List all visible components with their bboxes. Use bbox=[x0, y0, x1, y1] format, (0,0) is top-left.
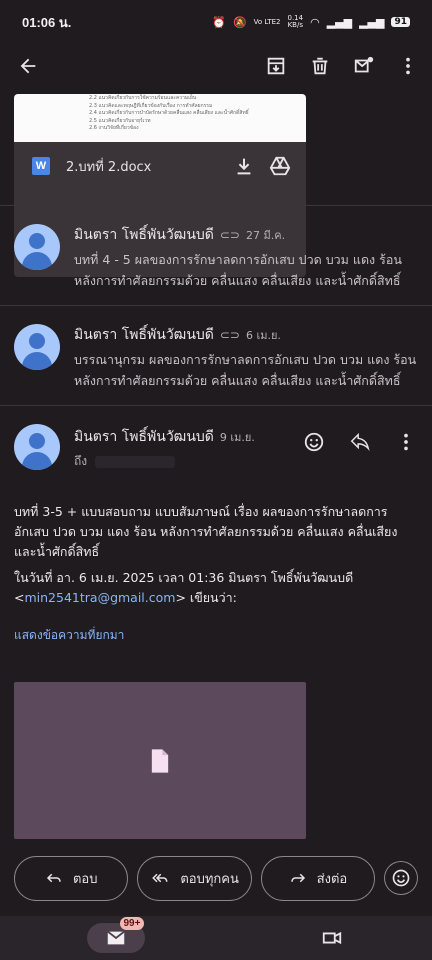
attachment-bar: W 2.บทที่ 2.docx bbox=[14, 142, 306, 190]
message-date: 27 มี.ค. bbox=[245, 229, 286, 242]
forward-label: ส่งต่อ bbox=[316, 871, 348, 887]
quote-header-prefix: ในวันที่ อา. 6 เม.ย. 2025 เวลา 01:36 มิน… bbox=[14, 570, 354, 585]
quote-email-link[interactable]: min2541tra@gmail.com bbox=[24, 590, 175, 605]
collapsed-message[interactable]: มินตรา โพธิ์พันวัฒนบดี ⊂⊃ 27 มี.ค. บทที่… bbox=[0, 206, 432, 302]
message-actions bbox=[300, 428, 420, 456]
message-snippet: บรรณานุกรม ผลของการรักษาลดการอักเสบ ปวด … bbox=[74, 352, 417, 388]
attachment-file-name: 2.บทที่ 2.docx bbox=[66, 159, 152, 175]
emoji-reaction-button[interactable] bbox=[384, 861, 418, 895]
status-time: 01:06 น. bbox=[22, 14, 72, 30]
more-vert-icon[interactable] bbox=[394, 52, 422, 80]
mute-icon: 🔕 bbox=[232, 15, 247, 29]
message-snippet: บทที่ 4 - 5 ผลของการรักษาลดการอักเสบ ปวด… bbox=[74, 252, 402, 288]
preview-line: 2.6 งานวิจัยที่เกี่ยวข้อง bbox=[89, 125, 139, 132]
signal-icon: ▂▄▆ bbox=[326, 15, 353, 29]
nav-mail-tab[interactable]: 99+ bbox=[86, 917, 145, 953]
to-label: ถึง bbox=[74, 454, 88, 468]
file-preview[interactable] bbox=[14, 682, 306, 839]
collapsed-message[interactable]: มินตรา โพธิ์พันวัฒนบดี ⊂⊃ 6 เม.ย. บรรณาน… bbox=[0, 306, 432, 402]
quote-header: ในวันที่ อา. 6 เม.ย. 2025 เวลา 01:36 มิน… bbox=[14, 570, 354, 605]
recipients-line[interactable]: ถึง bbox=[74, 452, 176, 471]
quote-suffix: > เขียนว่า: bbox=[175, 590, 237, 605]
forward-button[interactable]: ส่งต่อ bbox=[260, 855, 376, 901]
reply-all-label: ตอบทุกคน bbox=[180, 871, 239, 887]
signal-icon-2: ▂▄▆ bbox=[359, 15, 385, 29]
video-icon[interactable] bbox=[318, 924, 346, 952]
sender-line: มินตรา โพธิ์พันวัฒนบดี ⊂⊃ 6 เม.ย. bbox=[74, 324, 281, 346]
file-icon bbox=[151, 748, 169, 773]
app-bar-actions bbox=[262, 52, 422, 80]
back-arrow-icon[interactable] bbox=[14, 52, 42, 80]
avatar bbox=[14, 224, 60, 270]
emoji-icon[interactable] bbox=[300, 428, 328, 456]
sender-name: มินตรา โพธิ์พันวัฒนบดี bbox=[74, 327, 214, 343]
divider bbox=[0, 405, 432, 406]
wifi-icon: ◠ bbox=[310, 15, 320, 29]
more-vert-icon[interactable] bbox=[392, 428, 420, 456]
preview-line: 2.4 แนวคิดเกี่ยวกับการบำบัดรักษาด้วยคลื่… bbox=[89, 110, 249, 117]
drive-icon[interactable] bbox=[266, 152, 294, 180]
avatar bbox=[14, 424, 60, 470]
app-bar bbox=[0, 44, 432, 88]
bottom-nav: 99+ bbox=[0, 916, 432, 960]
reply-icon bbox=[46, 873, 61, 883]
mark-unread-icon[interactable] bbox=[350, 52, 378, 80]
network-type: Vo LTE2 bbox=[253, 17, 281, 26]
alarm-icon: ⏰ bbox=[212, 15, 226, 29]
battery-level: 91 bbox=[391, 17, 410, 27]
expanded-sender-line[interactable]: มินตรา โพธิ์พันวัฒนบดี 9 เม.ย. bbox=[74, 426, 255, 448]
status-bar: 01:06 น. ⏰ 🔕 Vo LTE2 0.14 KB/s ◠ ▂▄▆ ▂▄▆ … bbox=[0, 0, 432, 44]
sender-name: มินตรา โพธิ์พันวัฒนบดี bbox=[74, 429, 214, 445]
reply-icon[interactable] bbox=[346, 428, 374, 456]
word-file-icon: W bbox=[32, 157, 50, 175]
forward-icon bbox=[290, 873, 305, 883]
sender-name: มินตรา โพธิ์พันวัฒนบดี bbox=[74, 227, 214, 243]
network-speed: 0.14 KB/s bbox=[287, 15, 303, 29]
download-icon[interactable] bbox=[230, 152, 258, 180]
attachment-preview: 2.2 แนวคิดเกี่ยวกับการใช้ความร้อนและความ… bbox=[14, 94, 306, 142]
reply-button[interactable]: ตอบ bbox=[14, 855, 129, 901]
paperclip-icon: ⊂⊃ bbox=[219, 228, 240, 242]
reply-actions-bar: ตอบ ตอบทุกคน ส่งต่อ bbox=[0, 854, 432, 902]
message-date: 9 เม.ย. bbox=[219, 431, 255, 444]
reply-all-button[interactable]: ตอบทุกคน bbox=[137, 855, 252, 901]
reply-label: ตอบ bbox=[72, 871, 98, 887]
mail-icon bbox=[106, 930, 125, 945]
message-body: บทที่ 3-5 + แบบสอบถาม แบบสัมภาษณ์ เรื่อง… bbox=[14, 504, 398, 559]
archive-icon[interactable] bbox=[262, 52, 290, 80]
net-speed-unit: KB/s bbox=[287, 21, 303, 29]
delete-icon[interactable] bbox=[306, 52, 334, 80]
unread-badge: 99+ bbox=[119, 917, 145, 930]
show-quoted-link[interactable]: แสดงข้อความที่ยกมา bbox=[14, 626, 124, 645]
emoji-icon bbox=[392, 869, 410, 887]
message-thread: 2.2 แนวคิดเกี่ยวกับการใช้ความร้อนและความ… bbox=[0, 88, 432, 916]
avatar bbox=[14, 324, 60, 370]
paperclip-icon: ⊂⊃ bbox=[219, 328, 240, 342]
status-icons: ⏰ 🔕 Vo LTE2 0.14 KB/s ◠ ▂▄▆ ▂▄▆ 91 bbox=[212, 15, 410, 29]
preview-line: 2.2 แนวคิดเกี่ยวกับการใช้ความร้อนและความ… bbox=[89, 95, 197, 101]
redacted-recipient bbox=[95, 455, 176, 468]
reply-all-icon bbox=[152, 873, 168, 883]
sender-line: มินตรา โพธิ์พันวัฒนบดี ⊂⊃ 27 มี.ค. bbox=[74, 224, 285, 246]
message-date: 6 เม.ย. bbox=[245, 329, 281, 342]
